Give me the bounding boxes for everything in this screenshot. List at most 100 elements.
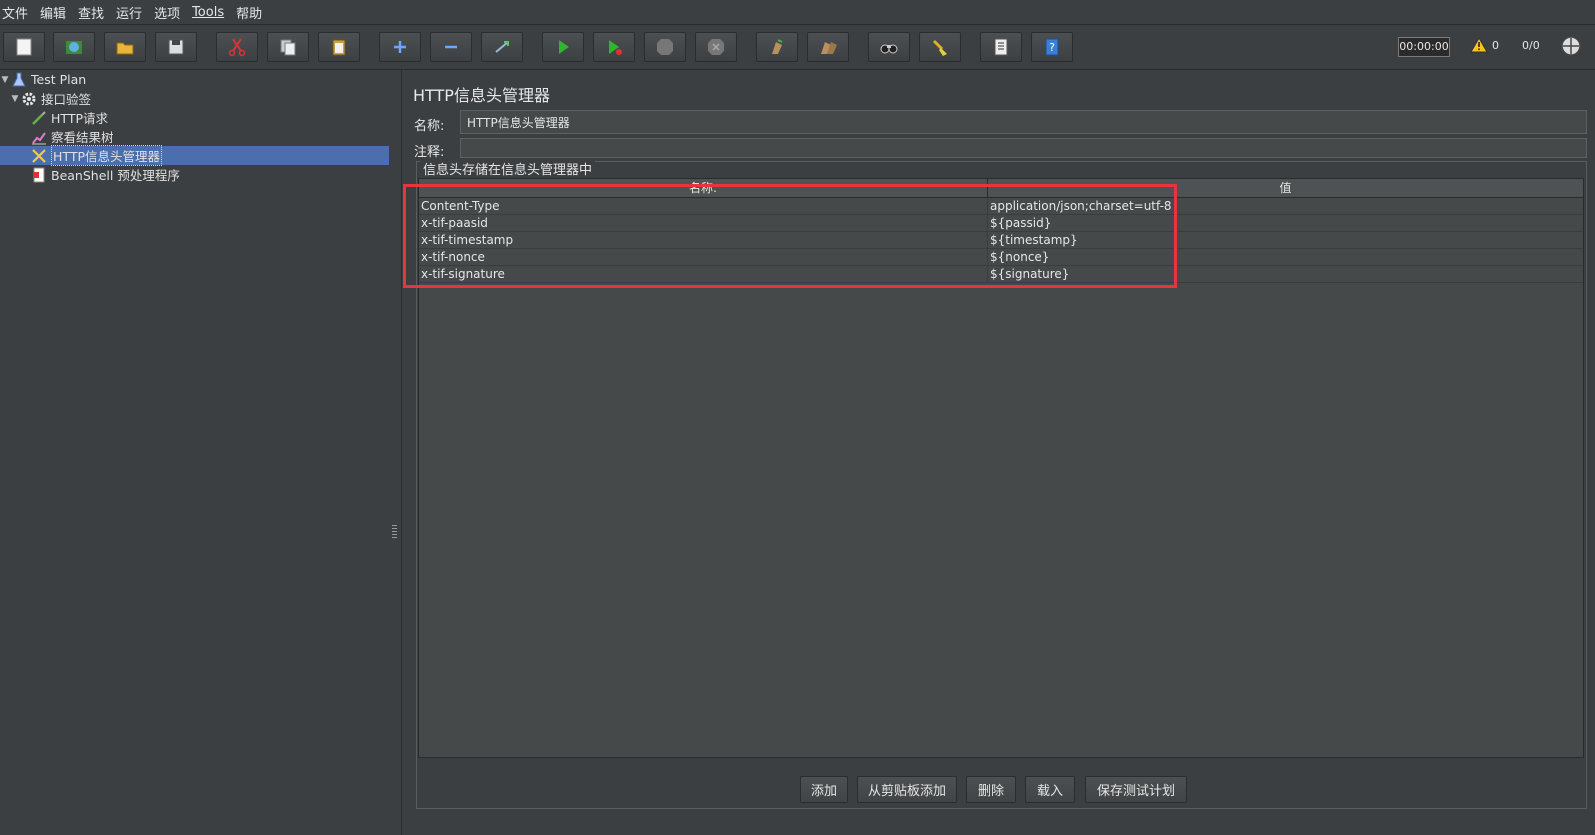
add-button[interactable]: 添加: [800, 776, 848, 803]
test-plan-tree: ▼ Test Plan ▼ 接口验签 HTTP请求 察看结果树 HTTP信息头管…: [0, 70, 390, 835]
function-helper-button[interactable]: [980, 32, 1022, 62]
table-row[interactable]: x-tif-paasid ${passid}: [419, 215, 1583, 232]
help-button[interactable]: ?: [1031, 32, 1073, 62]
tools-icon: [30, 147, 48, 165]
paste-button[interactable]: [318, 32, 360, 62]
tree-item-http-request[interactable]: HTTP请求: [30, 108, 108, 127]
new-button[interactable]: [3, 32, 45, 62]
comment-field[interactable]: [460, 138, 1587, 158]
paste-icon: [332, 39, 346, 56]
flask-icon: [10, 71, 28, 89]
save-icon: [168, 39, 184, 55]
load-button[interactable]: 载入: [1025, 776, 1075, 803]
start-icon: [559, 40, 569, 54]
add-from-clipboard-button[interactable]: 从剪贴板添加: [857, 776, 957, 803]
collapse-icon: [445, 45, 457, 49]
expand-button[interactable]: [379, 32, 421, 62]
toggle-icon: [495, 41, 509, 53]
function-helper-icon: [994, 38, 1008, 56]
shutdown-button[interactable]: [695, 32, 737, 62]
table-row[interactable]: x-tif-signature ${signature}: [419, 266, 1583, 283]
table-row[interactable]: x-tif-nonce ${nonce}: [419, 249, 1583, 266]
header-name-cell[interactable]: x-tif-timestamp: [419, 232, 988, 248]
split-pane-divider[interactable]: [389, 70, 402, 835]
tree-item-view-results-tree[interactable]: 察看结果树: [30, 127, 114, 146]
headers-table: 名称: 值 Content-Type application/json;char…: [418, 178, 1584, 758]
header-value-cell[interactable]: ${nonce}: [988, 249, 1583, 265]
name-field[interactable]: [460, 110, 1587, 134]
header-name-cell[interactable]: x-tif-signature: [419, 266, 988, 282]
pipette-icon: [30, 109, 48, 127]
name-label: 名称:: [414, 119, 445, 134]
gear-icon: [20, 90, 38, 108]
shutdown-icon: [708, 39, 724, 55]
templates-icon: [66, 41, 82, 54]
page-title: HTTP信息头管理器: [413, 86, 550, 105]
save-test-plan-button[interactable]: 保存测试计划: [1085, 776, 1187, 803]
cut-button[interactable]: [216, 32, 258, 62]
header-manager-panel: HTTP信息头管理器 名称: 注释: 信息头存储在信息头管理器中 名称: 值 C…: [402, 70, 1595, 835]
menu-edit[interactable]: 编辑: [34, 3, 72, 22]
templates-button[interactable]: [53, 32, 95, 62]
start-button[interactable]: [542, 32, 584, 62]
clear-all-button[interactable]: [807, 32, 849, 62]
expand-icon: [394, 41, 406, 53]
header-value-cell[interactable]: ${passid}: [988, 215, 1583, 231]
table-row[interactable]: x-tif-timestamp ${timestamp}: [419, 232, 1583, 249]
chart-icon: [30, 128, 48, 146]
reset-search-button[interactable]: [919, 32, 961, 62]
header-name-cell[interactable]: x-tif-paasid: [419, 215, 988, 231]
menu-run[interactable]: 运行: [110, 3, 148, 22]
header-name-cell[interactable]: Content-Type: [419, 198, 988, 214]
warning-count: 0: [1492, 38, 1499, 52]
cut-icon: [228, 38, 246, 57]
warning-icon: [1470, 37, 1488, 53]
svg-text:?: ?: [1049, 41, 1055, 54]
comment-label: 注释:: [414, 145, 445, 160]
header-value-cell[interactable]: ${signature}: [988, 266, 1583, 282]
clear-all-icon: [821, 42, 837, 54]
column-header-value[interactable]: 值: [988, 179, 1583, 197]
start-no-pause-icon: [609, 40, 622, 55]
toggle-button[interactable]: [481, 32, 523, 62]
open-icon: [116, 42, 134, 55]
tree-item-test-plan[interactable]: ▼ Test Plan: [0, 70, 86, 89]
open-button[interactable]: [104, 32, 146, 62]
new-icon: [16, 38, 32, 56]
column-header-name[interactable]: 名称:: [419, 179, 988, 197]
menu-help[interactable]: 帮助: [230, 3, 268, 22]
clear-icon: [772, 39, 783, 54]
collapse-button[interactable]: [430, 32, 472, 62]
warning-indicator[interactable]: 0: [1470, 37, 1499, 53]
remote-globe-icon[interactable]: [1560, 35, 1582, 57]
menu-tools[interactable]: Tools: [186, 5, 230, 20]
copy-button[interactable]: [267, 32, 309, 62]
collapse-arrow-icon[interactable]: ▼: [0, 75, 10, 85]
clear-button[interactable]: [756, 32, 798, 62]
search-icon: [880, 44, 898, 54]
header-value-cell[interactable]: application/json;charset=utf-8: [988, 198, 1583, 214]
stop-button[interactable]: [644, 32, 686, 62]
header-value-cell[interactable]: ${timestamp}: [988, 232, 1583, 248]
menu-search[interactable]: 查找: [72, 3, 110, 22]
header-name-cell[interactable]: x-tif-nonce: [419, 249, 988, 265]
toolbar: ? 00:00:00 0 0/0: [0, 25, 1595, 70]
save-button[interactable]: [155, 32, 197, 62]
copy-icon: [280, 39, 296, 56]
help-icon: ?: [1045, 38, 1059, 56]
menu-bar: 文件 编辑 查找 运行 选项 Tools 帮助: [0, 0, 1595, 25]
collapse-arrow-icon[interactable]: ▼: [10, 94, 20, 104]
search-button[interactable]: [868, 32, 910, 62]
table-header: 名称: 值: [419, 179, 1583, 198]
table-row[interactable]: Content-Type application/json;charset=ut…: [419, 198, 1583, 215]
stop-icon: [657, 39, 673, 55]
group-title: 信息头存储在信息头管理器中: [420, 159, 596, 178]
tree-item-thread-group[interactable]: ▼ 接口验签: [10, 89, 91, 108]
delete-button[interactable]: 删除: [966, 776, 1016, 803]
tree-item-beanshell-preprocessor[interactable]: BeanShell 预处理程序: [30, 165, 180, 184]
start-no-pause-button[interactable]: [593, 32, 635, 62]
grip-icon: [392, 525, 397, 539]
tree-item-header-manager[interactable]: HTTP信息头管理器: [0, 145, 389, 166]
menu-file[interactable]: 文件: [0, 3, 34, 22]
menu-options[interactable]: 选项: [148, 3, 186, 22]
